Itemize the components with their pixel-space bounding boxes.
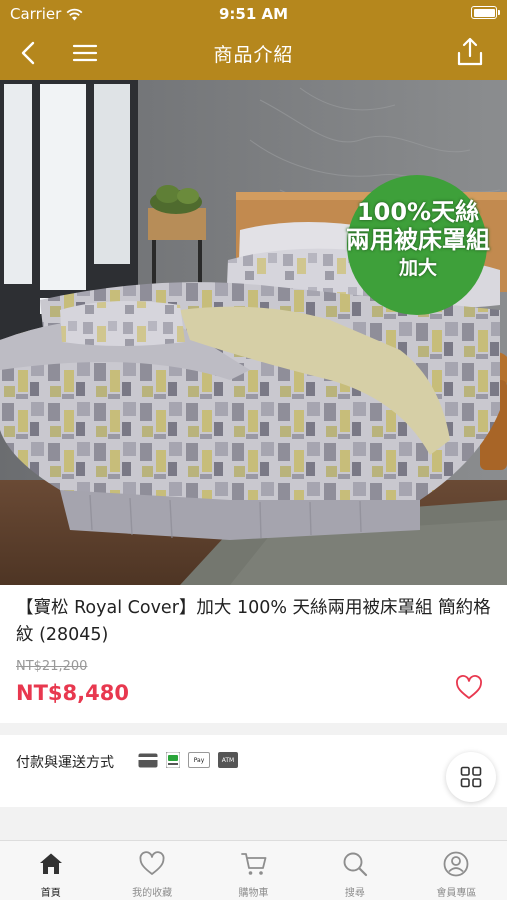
app-root: Carrier 9:51 AM 商品介紹 100%天絲 兩用被床罩組 加大 【寶… <box>0 0 507 900</box>
tab-label-favorites: 我的收藏 <box>132 888 173 899</box>
sale-price: NT$8,480 <box>16 681 129 705</box>
badge-line-1: 100%天絲 <box>356 198 480 226</box>
tab-label-cart: 購物車 <box>238 888 269 899</box>
original-price: NT$21,200 <box>16 659 88 674</box>
header: Carrier 9:51 AM 商品介紹 <box>0 0 507 80</box>
apple-pay-icon: Pay <box>188 752 210 768</box>
home-icon <box>39 853 62 874</box>
tab-home[interactable]: 首頁 <box>0 841 101 900</box>
line-pay-icon <box>166 752 180 768</box>
heart-icon <box>139 851 165 875</box>
product-name: 【寶松 Royal Cover】加大 100% 天絲兩用被床罩組 簡約格紋 (2… <box>16 598 491 645</box>
payment-icons: Pay ATM <box>138 752 238 768</box>
badge-line-3: 加大 <box>398 256 437 279</box>
battery-icon <box>471 6 500 19</box>
apple-pay-text: Pay <box>193 756 205 764</box>
share-icon[interactable] <box>455 36 485 68</box>
atm-text: ATM <box>221 756 235 764</box>
product-info: 【寶松 Royal Cover】加大 100% 天絲兩用被床罩組 簡約格紋 (2… <box>0 585 507 723</box>
tab-label-search: 搜尋 <box>344 888 365 899</box>
status-bar: Carrier 9:51 AM <box>0 0 507 28</box>
card-icon <box>138 753 158 767</box>
tab-member[interactable]: 會員專區 <box>406 841 507 900</box>
quick-menu-button[interactable] <box>446 752 496 802</box>
payment-label: 付款與運送方式 <box>16 755 114 771</box>
status-time: 9:51 AM <box>218 5 289 23</box>
payment-shipping-row[interactable]: 付款與運送方式 Pay ATM <box>0 735 507 807</box>
cart-icon <box>240 853 266 875</box>
atm-icon: ATM <box>218 752 238 768</box>
grid-icon <box>460 766 482 788</box>
tab-bar: 首頁 我的收藏 購物車 搜尋 會員專區 <box>0 840 507 900</box>
bedroom-photo <box>0 80 507 585</box>
search-icon <box>343 852 368 877</box>
user-icon <box>443 851 469 877</box>
page-title: 商品介紹 <box>213 44 294 66</box>
navigation-bar: 商品介紹 <box>0 28 507 80</box>
promo-badge-text: 100%天絲 兩用被床罩組 加大 <box>330 198 506 279</box>
tab-search[interactable]: 搜尋 <box>304 841 405 900</box>
tab-cart[interactable]: 購物車 <box>203 841 304 900</box>
tab-label-member: 會員專區 <box>436 888 477 899</box>
tab-favorites[interactable]: 我的收藏 <box>101 841 202 900</box>
tab-label-home: 首頁 <box>40 888 61 899</box>
favorite-heart-icon[interactable] <box>455 675 483 701</box>
product-image[interactable]: 100%天絲 兩用被床罩組 加大 <box>0 80 507 585</box>
badge-line-2: 兩用被床罩組 <box>346 226 490 255</box>
